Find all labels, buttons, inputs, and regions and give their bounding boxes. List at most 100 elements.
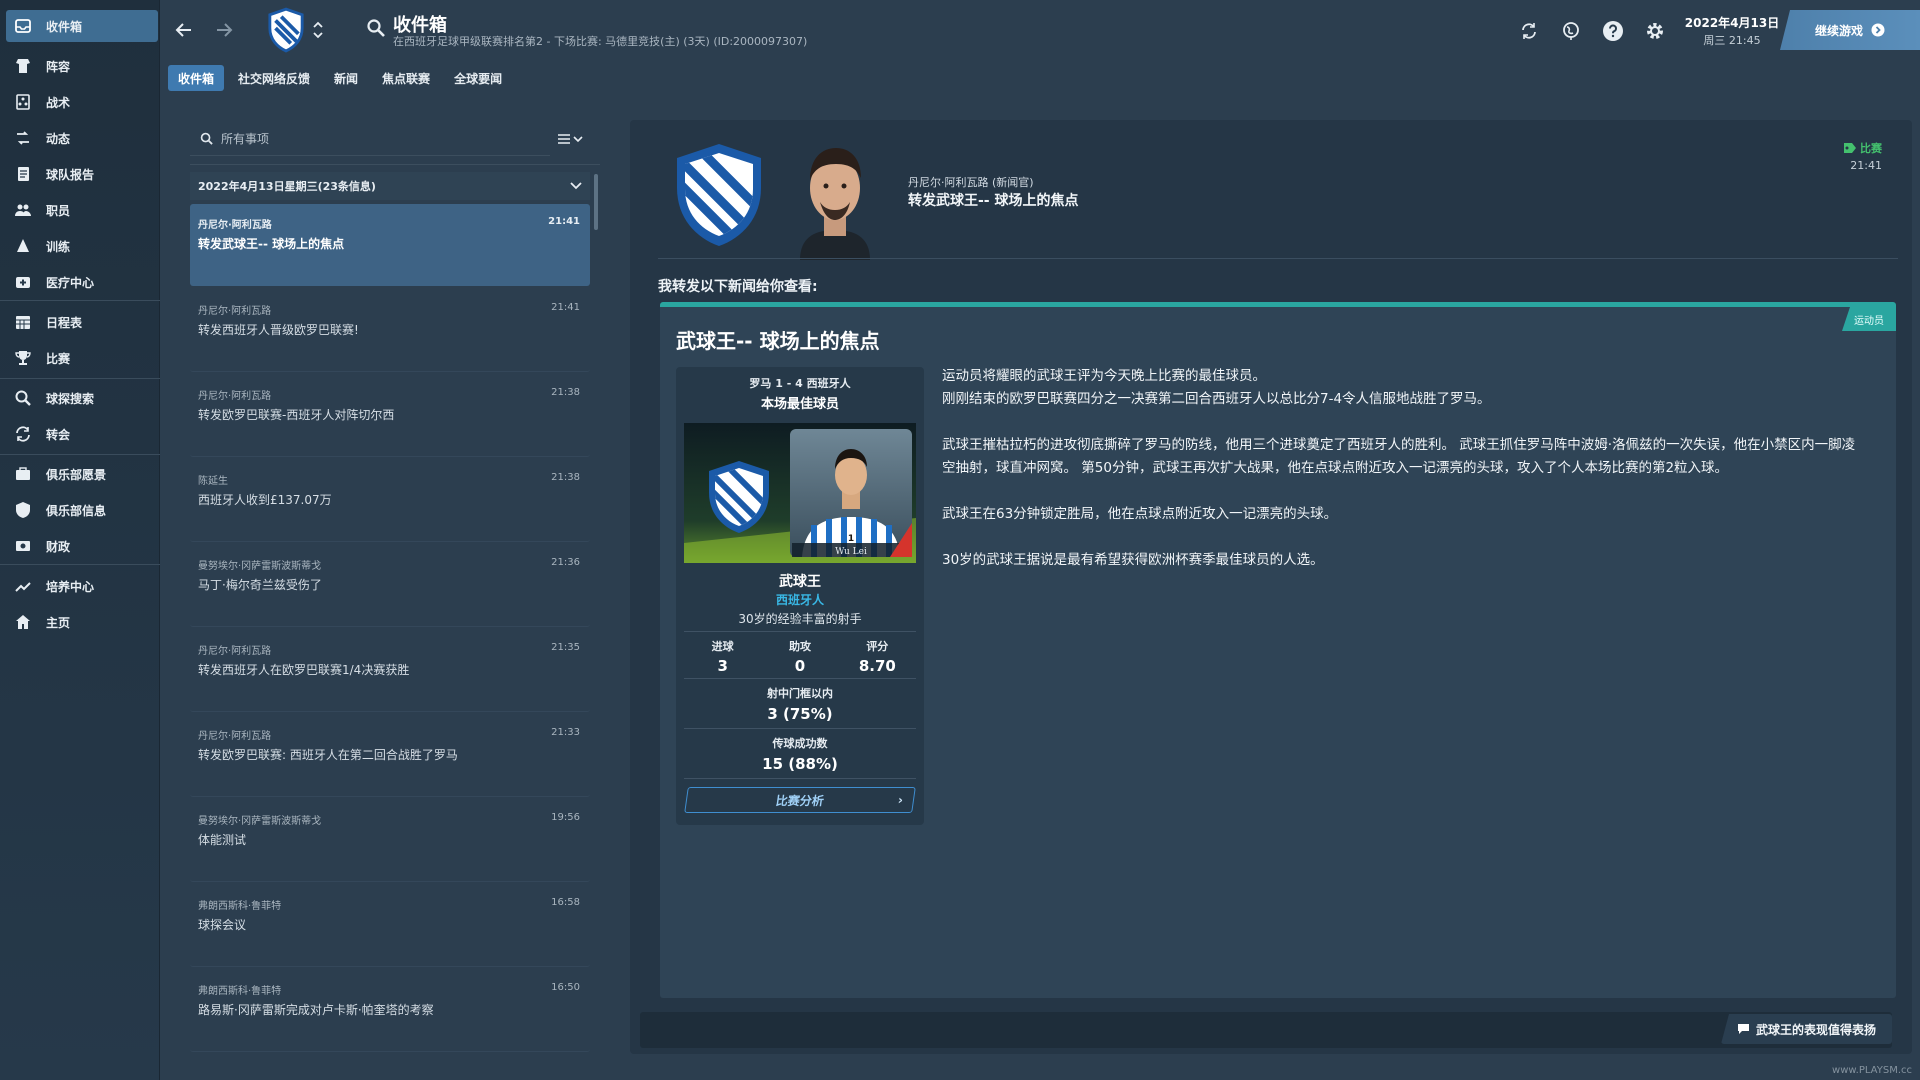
chevron-right-circle-icon <box>1871 23 1885 37</box>
player-name[interactable]: 武球王 <box>676 571 924 591</box>
refresh-button[interactable] <box>1516 18 1542 44</box>
player-image[interactable]: Wu Lei 1 <box>684 423 916 563</box>
author-avatar <box>800 148 870 260</box>
list-item[interactable]: 弗朗西斯科·鲁菲特 16:50 路易斯·冈萨雷斯完成对卢卡斯·帕奎塔的考察 <box>190 970 590 1052</box>
list-item[interactable]: 曼努埃尔·冈萨雷斯波斯蒂戈 19:56 体能测试 <box>190 800 590 882</box>
list-scrollbar[interactable] <box>594 174 598 230</box>
message-subject: 体能测试 <box>198 833 247 847</box>
global-search-button[interactable] <box>364 16 388 40</box>
sidebar-item-training[interactable]: 训练 <box>6 230 158 262</box>
search-input[interactable] <box>221 131 521 146</box>
placeholder-spacer <box>294 14 316 36</box>
match-tag[interactable]: 比赛 21:41 <box>1844 140 1882 172</box>
sidebar-item-inbox[interactable]: 收件箱 <box>6 10 158 42</box>
stat-value: 15 (88%) <box>762 755 838 773</box>
back-button[interactable] <box>170 16 198 44</box>
speech-bubble-icon <box>1737 1024 1749 1034</box>
sidebar-item-medical[interactable]: 医疗中心 <box>6 266 158 298</box>
continue-game-button[interactable]: 继续游戏 <box>1780 10 1920 50</box>
list-item[interactable]: 丹尼尔·阿利瓦路 21:41 转发武球王-- 球场上的焦点 <box>190 204 590 286</box>
sidebar-item-label: 财政 <box>46 539 71 554</box>
reaction-button[interactable]: 武球王的表现值得表扬 <box>1720 1014 1892 1044</box>
globe-icon <box>1563 22 1579 40</box>
player-of-match-card: 罗马 1 - 4 西班牙人 本场最佳球员 Wu Lei 1 武球王 西班牙人 3… <box>676 367 924 825</box>
stat-label: 射中门框以内 <box>767 687 833 700</box>
sidebar-item-scouting[interactable]: 球探搜索 <box>6 382 158 414</box>
group-header-label: 2022年4月13日星期三(23条信息) <box>198 180 376 193</box>
tab-focus-leagues[interactable]: 焦点联赛 <box>372 65 440 91</box>
sidebar-item-label: 球队报告 <box>46 167 95 182</box>
forward-button[interactable] <box>210 16 238 44</box>
list-item[interactable]: 丹尼尔·阿利瓦路 21:35 转发西班牙人在欧罗巴联赛1/4决赛获胜 <box>190 630 590 712</box>
sidebar-item-squad[interactable]: 阵容 <box>6 50 158 82</box>
tab-social-feed[interactable]: 社交网络反馈 <box>228 65 320 91</box>
sidebar-item-label: 日程表 <box>46 315 83 330</box>
game-date[interactable]: 2022年4月13日 周三 21:45 <box>1682 14 1782 48</box>
tab-inbox[interactable]: 收件箱 <box>168 65 225 91</box>
tab-world-news[interactable]: 全球要闻 <box>444 65 512 91</box>
list-item[interactable]: 弗朗西斯科·鲁菲特 16:58 球探会议 <box>190 885 590 967</box>
sidebar-item-label: 球探搜索 <box>46 391 95 406</box>
message-detail-panel: 丹尼尔·阿利瓦路 (新闻官) 转发武球王-- 球场上的焦点 比赛 21:41 我… <box>630 120 1912 1054</box>
sidebar-item-home[interactable]: 主页 <box>6 606 158 638</box>
player-of-match-label: 本场最佳球员 <box>760 397 839 412</box>
player-description: 30岁的经验丰富的射手 <box>738 612 862 626</box>
sidebar-item-finances[interactable]: 财政 <box>6 530 158 562</box>
sidebar-item-staff[interactable]: 职员 <box>6 194 158 226</box>
finance-icon <box>12 535 34 557</box>
settings-button[interactable] <box>1642 18 1668 44</box>
sidebar-item-tactics[interactable]: 战术 <box>6 86 158 118</box>
player-club[interactable]: 西班牙人 <box>676 591 924 608</box>
chevron-right-icon: › <box>897 793 904 807</box>
article-title: 武球王-- 球场上的焦点 <box>676 329 880 353</box>
date-group-header[interactable]: 2022年4月13日星期三(23条信息) <box>190 172 590 200</box>
medical-icon <box>12 271 34 293</box>
list-item[interactable]: 曼努埃尔·冈萨雷斯波斯蒂戈 21:36 马丁·梅尔奇兰兹受伤了 <box>190 545 590 627</box>
search-icon <box>367 19 385 37</box>
inbox-icon <box>12 15 34 37</box>
sidebar-item-development[interactable]: 培养中心 <box>6 570 158 602</box>
staff-icon <box>12 199 34 221</box>
author-name[interactable]: 丹尼尔·阿利瓦路 (新闻官) <box>908 174 1034 190</box>
tag-icon <box>1844 143 1856 153</box>
sidebar-item-label: 职员 <box>46 203 71 218</box>
stat-value: 3 <box>717 657 728 675</box>
forward-intro-text: 我转发以下新闻给你查看: <box>658 279 818 295</box>
squad-icon <box>12 55 34 77</box>
article-body: 运动员将耀眼的武球王评为今天晚上比赛的最佳球员。 刚刚结束的欧罗巴联赛四分之一决赛… <box>942 365 1862 595</box>
dynamics-icon <box>12 127 34 149</box>
watermark: www.PLAYSM.cc <box>1832 1065 1912 1076</box>
list-item[interactable]: 丹尼尔·阿利瓦路 21:33 转发欧罗巴联赛: 西班牙人在第二回合战胜了罗马 <box>190 715 590 797</box>
sidebar-item-report[interactable]: 球队报告 <box>6 158 158 190</box>
player-stats: 进球 3 助攻 0 评分 8.70 <box>684 631 916 679</box>
stat-value: 0 <box>794 657 806 675</box>
message-sender: 曼努埃尔·冈萨雷斯波斯蒂戈 <box>198 561 322 572</box>
news-article: 运动员 武球王-- 球场上的焦点 罗马 1 - 4 西班牙人 本场最佳球员 Wu… <box>660 302 1896 998</box>
list-item[interactable]: 丹尼尔·阿利瓦路 21:38 转发欧罗巴联赛-西班牙人对阵切尔西 <box>190 375 590 457</box>
filter-menu-button[interactable] <box>552 128 588 150</box>
match-score[interactable]: 罗马 1 - 4 西班牙人 <box>676 375 924 391</box>
message-subject: 转发武球王-- 球场上的焦点 <box>198 237 345 251</box>
shirt-name-text: Wu Lei <box>835 547 867 557</box>
article-paragraph: 运动员将耀眼的武球王评为今天晚上比赛的最佳球员。 刚刚结束的欧罗巴联赛四分之一决赛… <box>942 365 1862 411</box>
sidebar-item-dynamics[interactable]: 动态 <box>6 122 158 154</box>
fm-world-button[interactable] <box>1558 18 1584 44</box>
sidebar-item-club-info[interactable]: 俱乐部信息 <box>6 494 158 526</box>
list-item[interactable]: 陈延生 21:38 西班牙人收到£137.07万 <box>190 460 590 542</box>
trophy-icon <box>12 347 34 369</box>
sidebar-item-competitions[interactable]: 比赛 <box>6 342 158 374</box>
sidebar-item-label: 俱乐部信息 <box>46 503 107 518</box>
message-sender: 丹尼尔·阿利瓦路 <box>198 306 272 317</box>
sidebar-item-label: 转会 <box>46 427 71 442</box>
message-time: 16:50 <box>551 982 580 993</box>
list-item[interactable]: 丹尼尔·阿利瓦路 21:41 转发西班牙人晋级欧罗巴联赛! <box>190 290 590 372</box>
match-analysis-button[interactable]: 比赛分析 › <box>684 787 916 813</box>
tab-news[interactable]: 新闻 <box>324 65 368 91</box>
sidebar-item-transfers[interactable]: 转会 <box>6 418 158 450</box>
message-list-panel: 2022年4月13日星期三(23条信息) 丹尼尔·阿利瓦路 21:41 转发武球… <box>190 122 602 1080</box>
message-sender: 曼努埃尔·冈萨雷斯波斯蒂戈 <box>198 816 322 827</box>
sidebar-item-schedule[interactable]: 日程表 <box>6 306 158 338</box>
help-button[interactable] <box>1600 18 1626 44</box>
shirt-number-text: 1 <box>848 534 854 544</box>
sidebar-item-club-vision[interactable]: 俱乐部愿景 <box>6 458 158 490</box>
